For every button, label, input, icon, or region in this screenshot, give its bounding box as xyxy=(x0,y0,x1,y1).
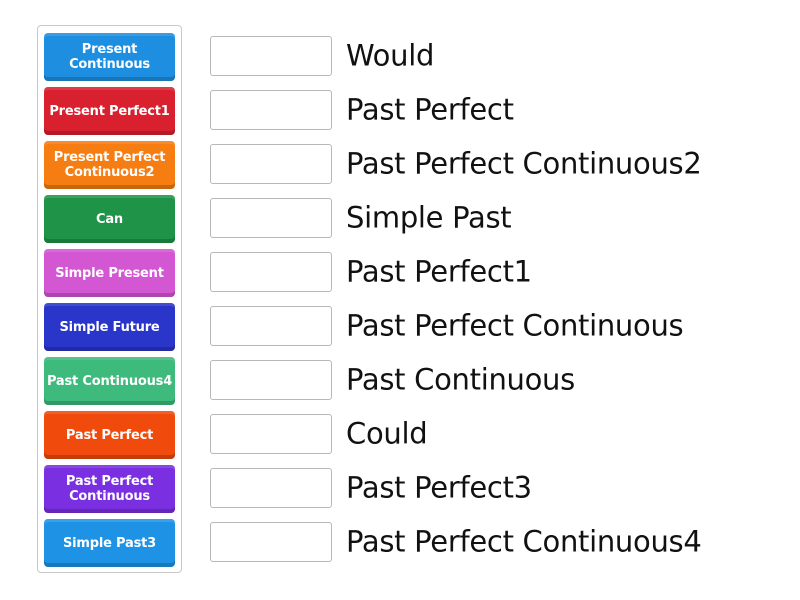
target-label: Past Perfect1 xyxy=(346,254,532,289)
answer-tile[interactable]: Past Perfect Continuous xyxy=(44,465,175,513)
match-row: Past Continuous xyxy=(210,359,575,401)
answer-tile[interactable]: Present Perfect1 xyxy=(44,87,175,135)
target-label: Past Perfect Continuous2 xyxy=(346,146,702,181)
drop-slot[interactable] xyxy=(210,306,332,346)
answer-tile[interactable]: Simple Future xyxy=(44,303,175,351)
drop-slot[interactable] xyxy=(210,414,332,454)
target-label: Simple Past xyxy=(346,200,512,235)
answer-tile[interactable]: Simple Past3 xyxy=(44,519,175,567)
drop-slot[interactable] xyxy=(210,36,332,76)
target-label: Past Perfect Continuous4 xyxy=(346,524,702,559)
answer-tile[interactable]: Past Perfect xyxy=(44,411,175,459)
answer-tile-tray: Present Continuous Present Perfect1 Pres… xyxy=(37,25,182,573)
answer-tile[interactable]: Present Continuous xyxy=(44,33,175,81)
match-row: Past Perfect Continuous4 xyxy=(210,521,702,563)
match-row: Simple Past xyxy=(210,197,512,239)
drop-slot[interactable] xyxy=(210,144,332,184)
answer-tile[interactable]: Can xyxy=(44,195,175,243)
target-label: Past Perfect3 xyxy=(346,470,532,505)
drop-slot[interactable] xyxy=(210,468,332,508)
answer-tile[interactable]: Past Continuous4 xyxy=(44,357,175,405)
match-row: Would xyxy=(210,35,434,77)
match-row: Past Perfect1 xyxy=(210,251,532,293)
drop-slot[interactable] xyxy=(210,198,332,238)
target-label: Could xyxy=(346,416,428,451)
drop-slot[interactable] xyxy=(210,90,332,130)
target-label: Past Perfect xyxy=(346,92,514,127)
match-row: Past Perfect Continuous2 xyxy=(210,143,702,185)
target-label: Would xyxy=(346,38,435,73)
drop-slot[interactable] xyxy=(210,252,332,292)
target-label: Past Continuous xyxy=(346,362,575,397)
target-label: Past Perfect Continuous xyxy=(346,308,684,343)
answer-tile[interactable]: Present Perfect Continuous2 xyxy=(44,141,175,189)
drop-slot[interactable] xyxy=(210,360,332,400)
answer-tile[interactable]: Simple Present xyxy=(44,249,175,297)
match-row: Past Perfect xyxy=(210,89,514,131)
drop-slot[interactable] xyxy=(210,522,332,562)
match-row: Past Perfect3 xyxy=(210,467,532,509)
match-row: Could xyxy=(210,413,428,455)
match-row: Past Perfect Continuous xyxy=(210,305,684,347)
